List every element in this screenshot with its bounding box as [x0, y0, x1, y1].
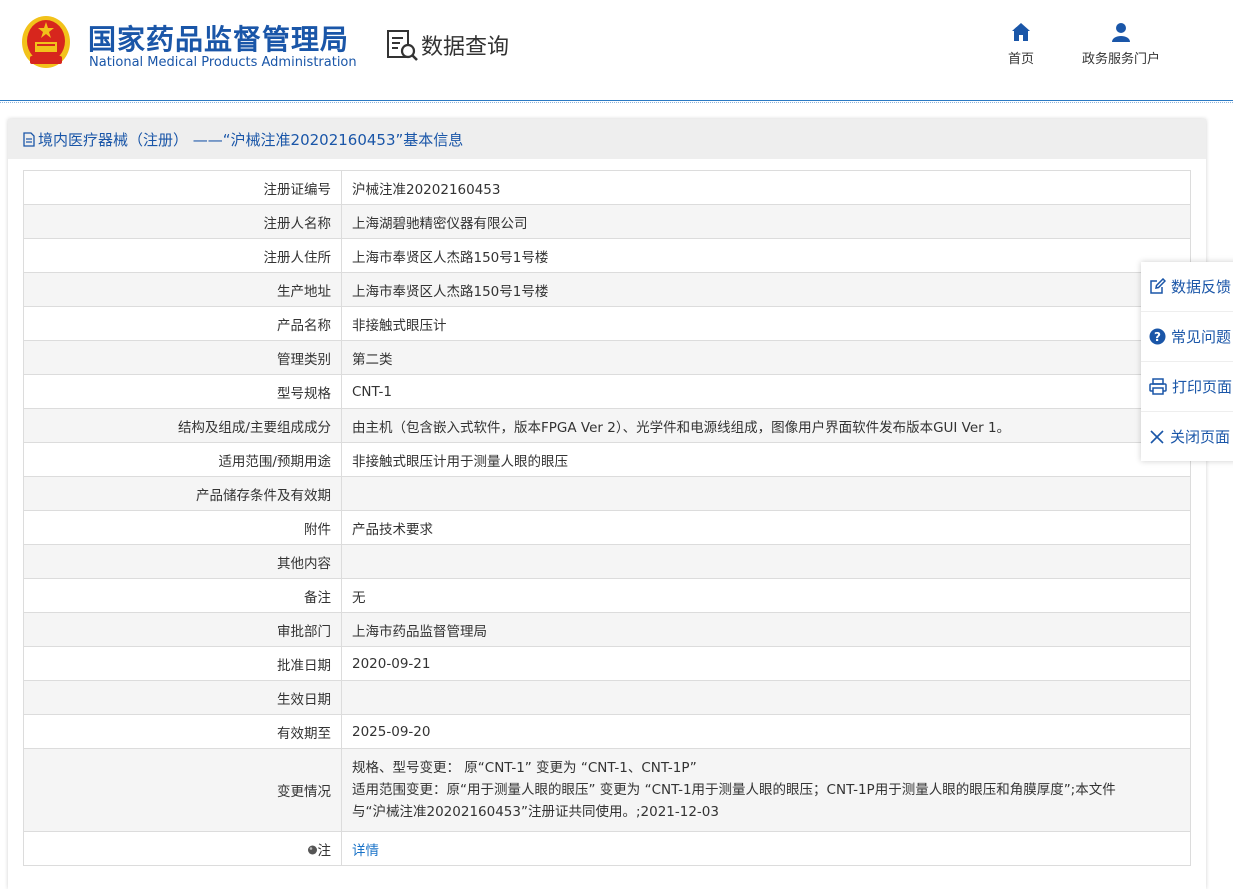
note-bulb-icon — [307, 845, 317, 854]
print-icon — [1149, 378, 1167, 395]
faq-label: 常见问题 — [1171, 328, 1232, 346]
table-row-change-history: 变更情况 规格、型号变更： 原“CNT-1” 变更为 “CNT-1、CNT-1P… — [23, 748, 1191, 832]
feedback-button[interactable]: 数据反馈 — [1141, 262, 1233, 312]
table-row: 其他内容 — [23, 544, 1191, 579]
field-label-note: 注 — [23, 831, 342, 866]
field-label: 生产地址 — [23, 272, 342, 307]
nav-home-label: 首页 — [1008, 52, 1035, 67]
field-value: 非接触式眼压计用于测量人眼的眼压 — [341, 442, 1191, 477]
table-row: 批准日期 2020-09-21 — [23, 646, 1191, 681]
table-row: 型号规格 CNT-1 — [23, 374, 1191, 409]
table-row: 注册人住所 上海市奉贤区人杰路150号1号楼 — [23, 238, 1191, 273]
change-line: 与“沪械注准20202160453”注册证共同使用。;2021-12-03 — [352, 804, 719, 820]
field-value: 产品技术要求 — [341, 510, 1191, 545]
close-page-label: 关闭页面 — [1170, 428, 1231, 446]
field-label: 有效期至 — [23, 714, 342, 749]
field-label: 管理类别 — [23, 340, 342, 375]
field-label: 生效日期 — [23, 680, 342, 715]
faq-button[interactable]: ? 常见问题 — [1141, 312, 1233, 362]
nav-gov-services[interactable]: 政务服务门户 — [1082, 22, 1160, 67]
detail-panel: 境内医疗器械（注册） ——“沪械注准20202160453”基本信息 注册证编号… — [8, 119, 1206, 889]
table-row: 备注无 — [23, 578, 1191, 613]
field-value: 无 — [341, 578, 1191, 613]
table-row: 附件 产品技术要求 — [23, 510, 1191, 545]
print-button[interactable]: 打印页面 — [1141, 362, 1233, 412]
field-value-note: 详情 — [341, 831, 1191, 866]
change-line: 规格、型号变更： 原“CNT-1” 变更为 “CNT-1、CNT-1P” — [352, 760, 697, 776]
table-row: 有效期至 2025-09-20 — [23, 714, 1191, 749]
field-value: 上海市奉贤区人杰路150号1号楼 — [341, 238, 1191, 273]
svg-text:?: ? — [1154, 330, 1161, 344]
field-value: 第二类 — [341, 340, 1191, 375]
table-row: 注册人名称 上海湖碧驰精密仪器有限公司 — [23, 204, 1191, 239]
registration-info-table: 注册证编号 沪械注准20202160453 注册人名称 上海湖碧驰精密仪器有限公司 … — [23, 170, 1191, 866]
document-icon — [23, 131, 35, 147]
table-row: 审批部门 上海市药品监督管理局 — [23, 612, 1191, 647]
close-icon — [1150, 429, 1164, 444]
field-value-change-history: 规格、型号变更： 原“CNT-1” 变更为 “CNT-1、CNT-1P” 适用范… — [341, 748, 1191, 832]
table-row: 生效日期 — [23, 680, 1191, 715]
site-header: 国家药品监督管理局 National Medical Products Admi… — [0, 0, 1233, 100]
panel-header: 境内医疗器械（注册） ——“沪械注准20202160453”基本信息 — [8, 119, 1206, 159]
field-value — [341, 544, 1191, 579]
field-label: 注册人名称 — [23, 204, 342, 239]
floating-toolbar: 数据反馈 ? 常见问题 打印页面 关闭页面 — [1141, 262, 1233, 461]
site-subtitle: National Medical Products Administration — [89, 55, 357, 70]
field-value: 由主机（包含嵌入式软件，版本FPGA Ver 2）、光学件和电源线组成，图像用户… — [341, 408, 1191, 443]
field-value — [341, 476, 1191, 511]
field-label: 附件 — [23, 510, 342, 545]
field-label: 变更情况 — [23, 748, 342, 832]
table-row: 管理类别 第二类 — [23, 340, 1191, 375]
nav-gov-services-label: 政务服务门户 — [1082, 52, 1161, 67]
table-row: 产品储存条件及有效期 — [23, 476, 1191, 511]
field-label: 结构及组成/主要组成成分 — [23, 408, 342, 443]
table-row: 结构及组成/主要组成成分 由主机（包含嵌入式软件，版本FPGA Ver 2）、光学… — [23, 408, 1191, 443]
field-label: 产品名称 — [23, 306, 342, 341]
field-value — [341, 680, 1191, 715]
field-label: 其他内容 — [23, 544, 342, 579]
field-value: 上海湖碧驰精密仪器有限公司 — [341, 204, 1191, 239]
field-label: 注册证编号 — [23, 170, 342, 205]
close-page-button[interactable]: 关闭页面 — [1141, 412, 1233, 461]
field-label: 注册人住所 — [23, 238, 342, 273]
field-label: 产品储存条件及有效期 — [23, 476, 342, 511]
table-row: 注册证编号 沪械注准20202160453 — [23, 170, 1191, 205]
site-title: 国家药品监督管理局 — [88, 23, 350, 56]
question-icon: ? — [1149, 328, 1166, 345]
print-label: 打印页面 — [1172, 378, 1233, 396]
change-line: 适用范围变更：原“用于测量人眼的眼压” 变更为 “CNT-1用于测量人眼的眼压；… — [352, 782, 1116, 798]
field-value: 上海市奉贤区人杰路150号1号楼 — [341, 272, 1191, 307]
field-value: 2025-09-20 — [341, 714, 1191, 749]
table-row: 适用范围/预期用途 非接触式眼压计用于测量人眼的眼压 — [23, 442, 1191, 477]
feedback-label: 数据反馈 — [1171, 278, 1232, 296]
user-icon — [1112, 23, 1130, 42]
field-value: CNT-1 — [341, 374, 1191, 409]
header-divider-dotted — [0, 102, 1233, 103]
nav-home[interactable]: 首页 — [1008, 22, 1034, 67]
national-emblem-icon — [22, 16, 70, 68]
data-search-icon — [387, 30, 418, 61]
field-value: 沪械注准20202160453 — [341, 170, 1191, 205]
table-row: 产品名称 非接触式眼压计 — [23, 306, 1191, 341]
field-label: 审批部门 — [23, 612, 342, 647]
field-value: 非接触式眼压计 — [341, 306, 1191, 341]
field-label: 适用范围/预期用途 — [23, 442, 342, 477]
field-label: 备注 — [23, 578, 342, 613]
data-query-link[interactable]: 数据查询 — [385, 28, 509, 62]
panel-title: 境内医疗器械（注册） ——“沪械注准20202160453”基本信息 — [38, 130, 464, 149]
data-query-label: 数据查询 — [421, 35, 510, 60]
field-label: 型号规格 — [23, 374, 342, 409]
table-row-note: 注 详情 — [23, 831, 1191, 866]
edit-icon — [1150, 278, 1166, 294]
header-divider — [0, 100, 1233, 101]
field-value: 上海市药品监督管理局 — [341, 612, 1191, 647]
table-row: 生产地址 上海市奉贤区人杰路150号1号楼 — [23, 272, 1191, 307]
field-value: 2020-09-21 — [341, 646, 1191, 681]
note-label: 注 — [317, 842, 332, 859]
home-icon — [1012, 23, 1030, 41]
field-label: 批准日期 — [23, 646, 342, 681]
details-link[interactable]: 详情 — [352, 843, 379, 859]
